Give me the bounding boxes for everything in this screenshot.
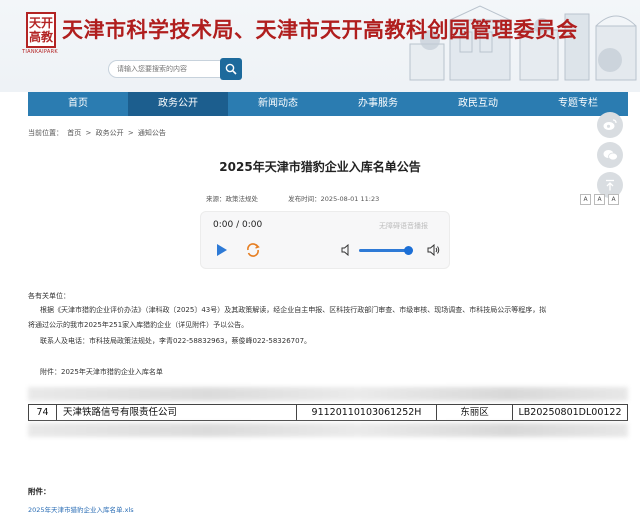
attachment-link[interactable]: 2025年天津市猎豹企业入库名单.xls (28, 504, 134, 514)
volume-slider-knob[interactable] (403, 246, 413, 255)
main-nav: 首页 政务公开 新闻动态 办事服务 政民互动 专题专栏 (28, 92, 628, 116)
font-size-large-button[interactable]: A (580, 194, 591, 205)
nav-item-services[interactable]: 办事服务 (328, 92, 428, 116)
table-cell-company: 天津铁路信号有限责任公司 (57, 405, 297, 420)
source-label: 来源： (206, 195, 226, 203)
back-to-top-icon (606, 179, 614, 191)
font-size-medium-button[interactable]: A (594, 194, 605, 205)
nav-item-home[interactable]: 首页 (28, 92, 128, 116)
search-input[interactable] (108, 60, 220, 78)
audio-player: 0:00 / 0:00 无障碍语音播报 (200, 211, 450, 269)
weibo-share-button[interactable] (597, 112, 623, 138)
font-size-controls: A A A (580, 194, 619, 205)
search-button[interactable] (220, 58, 242, 80)
date-label: 发布时间： (288, 195, 321, 203)
table-cell-district: 东丽区 (437, 405, 513, 420)
blurred-row (28, 387, 628, 401)
table-cell-index: 74 (29, 405, 57, 420)
date-value: 2025-08-01 11:23 (320, 195, 380, 203)
blurred-row (28, 423, 628, 437)
body-paragraph: 将通过公示的我市2025年251家入库猎豹企业（详见附件）予以公告。 (28, 321, 249, 329)
source-value: 政策法规处 (225, 195, 259, 203)
side-share-tools (597, 112, 627, 202)
search-icon (225, 63, 237, 75)
table-cell-record-id: LB20250801DL00122 (518, 407, 622, 418)
player-time: 0:00 / 0:00 (213, 220, 263, 230)
breadcrumb-separator: > (85, 129, 92, 137)
breadcrumb-prefix: 当前位置： (28, 129, 63, 137)
nav-item-news[interactable]: 新闻动态 (228, 92, 328, 116)
site-header: 天开 高教 TIANKAIPARK 天津市科学技术局、天津市天开高教科创园管理委员… (0, 0, 640, 92)
nav-item-interaction[interactable]: 政民互动 (428, 92, 528, 116)
volume-up-icon[interactable] (427, 244, 440, 256)
attachment-note: 附件：2025年天津市猎豹企业入库名单 (40, 368, 163, 376)
breadcrumb: 当前位置： 首页 > 政务公开 > 通知公告 (28, 128, 168, 138)
player-accessibility-note: 无障碍语音播报 (379, 222, 428, 230)
breadcrumb-home[interactable]: 首页 (67, 129, 81, 137)
article-title: 2025年天津市猎豹企业入库名单公告 (219, 160, 421, 174)
weibo-icon (603, 119, 617, 130)
site-title: 天津市科学技术局、天津市天开高教科创园管理委员会 (62, 17, 578, 42)
table-cell-credit-code: 91120110103061252H (297, 405, 437, 420)
font-size-small-button[interactable]: A (608, 194, 619, 205)
logo-subtext: TIANKAIPARK (22, 49, 58, 55)
volume-down-icon[interactable] (341, 244, 351, 256)
company-table-excerpt: 74 天津铁路信号有限责任公司 91120110103061252H 东丽区 L… (28, 385, 628, 437)
breadcrumb-government-affairs[interactable]: 政务公开 (96, 129, 124, 137)
breadcrumb-separator: > (127, 129, 134, 137)
attachments-label: 附件： (28, 487, 51, 496)
salutation: 各有关单位： (28, 292, 70, 300)
site-logo[interactable]: 天开 高教 (26, 12, 56, 48)
body-paragraph: 根据《天津市猎豹企业评价办法》（津科政〔2025〕43号）及其政策解读，经企业自… (40, 306, 547, 314)
search-bar (108, 58, 242, 80)
loop-icon[interactable] (245, 242, 261, 258)
breadcrumb-notices[interactable]: 通知公告 (138, 129, 166, 137)
volume-slider[interactable] (359, 246, 413, 255)
volume-slider-fill (359, 249, 408, 252)
table-row: 74 天津铁路信号有限责任公司 91120110103061252H 东丽区 L… (28, 404, 628, 421)
contact-line: 联系人及电话：市科技局政策法规处，李青022-58832963，蔡俊峰022-5… (40, 337, 312, 345)
nav-item-government-affairs[interactable]: 政务公开 (128, 92, 228, 116)
article-meta: 来源：政策法规处 发布时间：2025-08-01 11:23 (206, 193, 379, 203)
play-icon[interactable] (213, 242, 229, 258)
